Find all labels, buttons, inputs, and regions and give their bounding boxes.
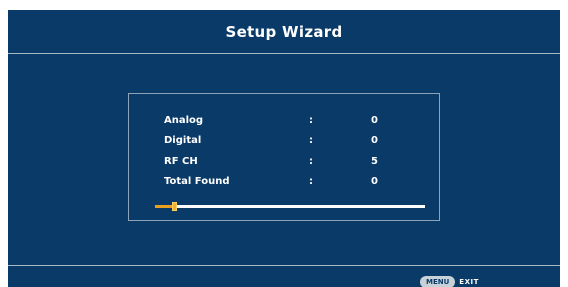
- scan-progress-bar: [155, 202, 425, 211]
- footer-hint: MENU EXIT: [420, 275, 479, 287]
- title-bar: Setup Wizard: [8, 10, 560, 53]
- exit-label: EXIT: [459, 278, 479, 286]
- scan-value: 0: [371, 176, 378, 187]
- scan-results-panel: Analog : 0 Digital : 0 RF CH : 5 Total F…: [128, 93, 440, 221]
- scan-progress-indicator: [172, 202, 177, 211]
- scan-label: Digital: [164, 135, 202, 146]
- scan-value: 0: [371, 135, 378, 146]
- menu-key-button[interactable]: MENU: [420, 276, 456, 287]
- scan-label: Analog: [164, 115, 204, 126]
- scan-value: 0: [371, 115, 378, 126]
- scan-separator: :: [309, 176, 313, 187]
- title-divider: [8, 53, 560, 54]
- setup-wizard-screen: Setup Wizard Analog : 0 Digital : 0 RF C…: [8, 10, 560, 287]
- scan-label: Total Found: [164, 176, 230, 187]
- page-title: Setup Wizard: [225, 22, 343, 41]
- footer-divider: [8, 265, 560, 266]
- scan-label: RF CH: [164, 156, 198, 167]
- scan-value: 5: [371, 156, 378, 167]
- scan-separator: :: [309, 115, 313, 126]
- scan-separator: :: [309, 135, 313, 146]
- scan-separator: :: [309, 156, 313, 167]
